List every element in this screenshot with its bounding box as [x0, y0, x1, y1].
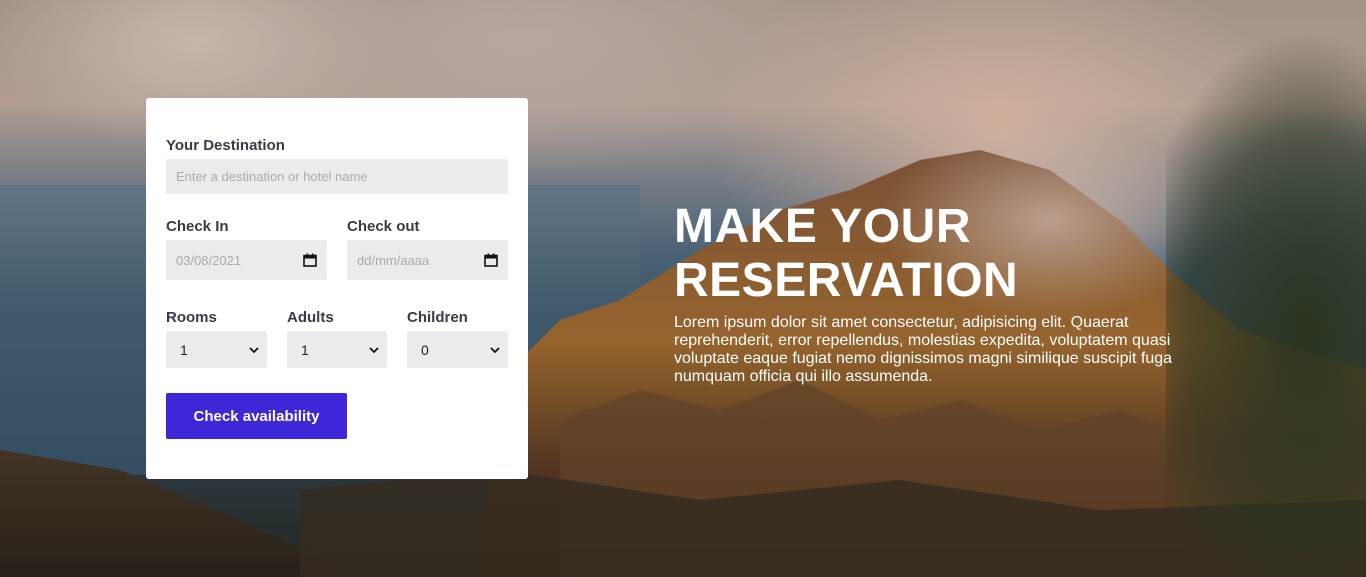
calendar-icon[interactable] — [303, 253, 317, 267]
booking-form: Your Destination Check In 03/08/2021 Che… — [146, 98, 528, 479]
adults-select[interactable]: 1 — [287, 331, 387, 368]
chevron-down-icon — [249, 346, 259, 353]
children-select[interactable]: 0 — [407, 331, 508, 368]
hero-background: Your Destination Check In 03/08/2021 Che… — [0, 0, 1366, 577]
hero-section: MAKE YOUR RESERVATION Lorem ipsum dolor … — [674, 200, 1194, 386]
check-availability-button[interactable]: Check availability — [166, 393, 347, 439]
check-in-value: 03/08/2021 — [176, 252, 242, 268]
rooms-label: Rooms — [166, 309, 217, 326]
check-out-input[interactable]: dd/mm/aaaa — [347, 240, 508, 280]
adults-selected-value: 1 — [301, 341, 309, 358]
children-selected-value: 0 — [421, 341, 429, 358]
check-out-value: dd/mm/aaaa — [357, 252, 430, 268]
adults-label: Adults — [287, 309, 334, 326]
children-label: Children — [407, 309, 468, 326]
check-in-input[interactable]: 03/08/2021 — [166, 240, 327, 280]
rooms-select[interactable]: 1 — [166, 331, 267, 368]
hero-description: Lorem ipsum dolor sit amet consectetur, … — [674, 314, 1173, 385]
check-out-label: Check out — [347, 218, 420, 235]
chevron-down-icon — [369, 346, 379, 353]
chevron-down-icon — [490, 346, 500, 353]
hero-title: MAKE YOUR RESERVATION — [674, 200, 1019, 307]
destination-label: Your Destination — [166, 137, 285, 154]
calendar-icon[interactable] — [484, 253, 498, 267]
destination-input[interactable] — [166, 159, 508, 194]
check-in-label: Check In — [166, 218, 229, 235]
rooms-selected-value: 1 — [180, 341, 188, 358]
